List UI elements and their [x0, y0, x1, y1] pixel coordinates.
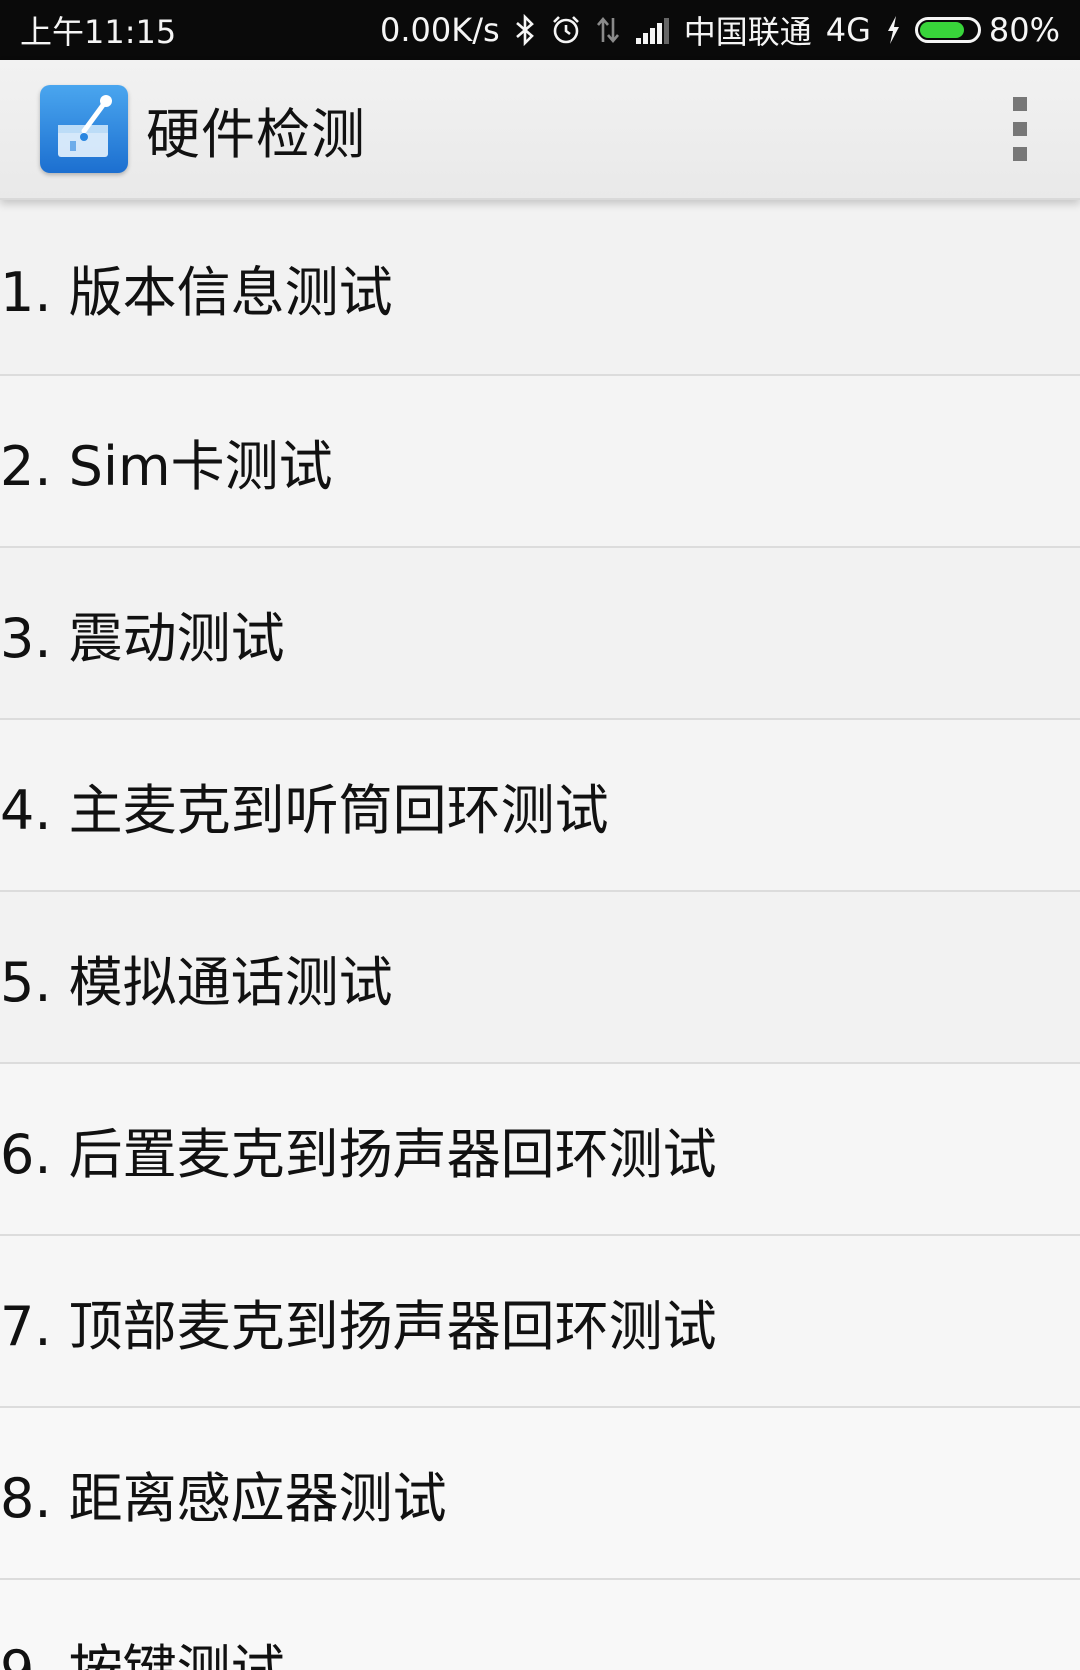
network-speed: 0.00K/s — [380, 11, 500, 49]
status-right-group: 0.00K/s 中国联通 4G 80% — [380, 7, 1060, 53]
test-list-item[interactable]: 8. 距离感应器测试 — [0, 1408, 1080, 1580]
signal-icon — [634, 14, 670, 46]
test-list-item[interactable]: 5. 模拟通话测试 — [0, 892, 1080, 1064]
test-item-label: 1. 版本信息测试 — [0, 260, 393, 324]
overflow-menu-button[interactable] — [960, 59, 1080, 199]
test-item-label: 2. Sim卡测试 — [0, 434, 333, 498]
data-arrows-icon — [596, 14, 620, 46]
test-list: 1. 版本信息测试 2. Sim卡测试 3. 震动测试 4. 主麦克到听筒回环测试 5.… — [0, 200, 1080, 1670]
alarm-icon — [550, 14, 582, 46]
network-type: 4G — [825, 11, 871, 49]
app-title: 硬件检测 — [146, 102, 366, 166]
test-list-item[interactable]: 1. 版本信息测试 — [0, 200, 1080, 376]
test-item-label: 6. 后置麦克到扬声器回环测试 — [0, 1122, 717, 1186]
test-item-label: 8. 距离感应器测试 — [0, 1466, 447, 1530]
test-list-item[interactable]: 2. Sim卡测试 — [0, 376, 1080, 548]
app-icon — [40, 85, 128, 173]
test-list-item[interactable]: 6. 后置麦克到扬声器回环测试 — [0, 1064, 1080, 1236]
test-item-label: 9. 按键测试 — [0, 1638, 285, 1670]
battery-percent: 80% — [988, 11, 1060, 49]
battery-icon — [914, 17, 981, 43]
test-list-item[interactable]: 4. 主麦克到听筒回环测试 — [0, 720, 1080, 892]
battery-indicator: 80% — [914, 11, 1060, 49]
test-item-label: 3. 震动测试 — [0, 606, 285, 670]
overflow-menu-dot — [1013, 122, 1027, 136]
battery-fill — [919, 22, 964, 38]
overflow-menu-dot — [1013, 147, 1027, 161]
carrier-name: 中国联通 — [683, 13, 812, 51]
test-list-item[interactable]: 9. 按键测试 — [0, 1580, 1080, 1670]
status-bar: 上午11:15 0.00K/s 中国联通 4G 80% — [0, 0, 1080, 60]
test-item-label: 7. 顶部麦克到扬声器回环测试 — [0, 1294, 717, 1358]
overflow-menu-icon — [1013, 97, 1027, 111]
test-list-item[interactable]: 7. 顶部麦克到扬声器回环测试 — [0, 1236, 1080, 1408]
charging-icon — [885, 14, 901, 46]
test-list-item[interactable]: 3. 震动测试 — [0, 548, 1080, 720]
test-item-label: 4. 主麦克到听筒回环测试 — [0, 778, 609, 842]
test-item-label: 5. 模拟通话测试 — [0, 950, 393, 1014]
app-bar: 硬件检测 — [0, 60, 1080, 200]
bluetooth-icon — [514, 14, 536, 46]
status-time: 上午11:15 — [20, 13, 177, 51]
